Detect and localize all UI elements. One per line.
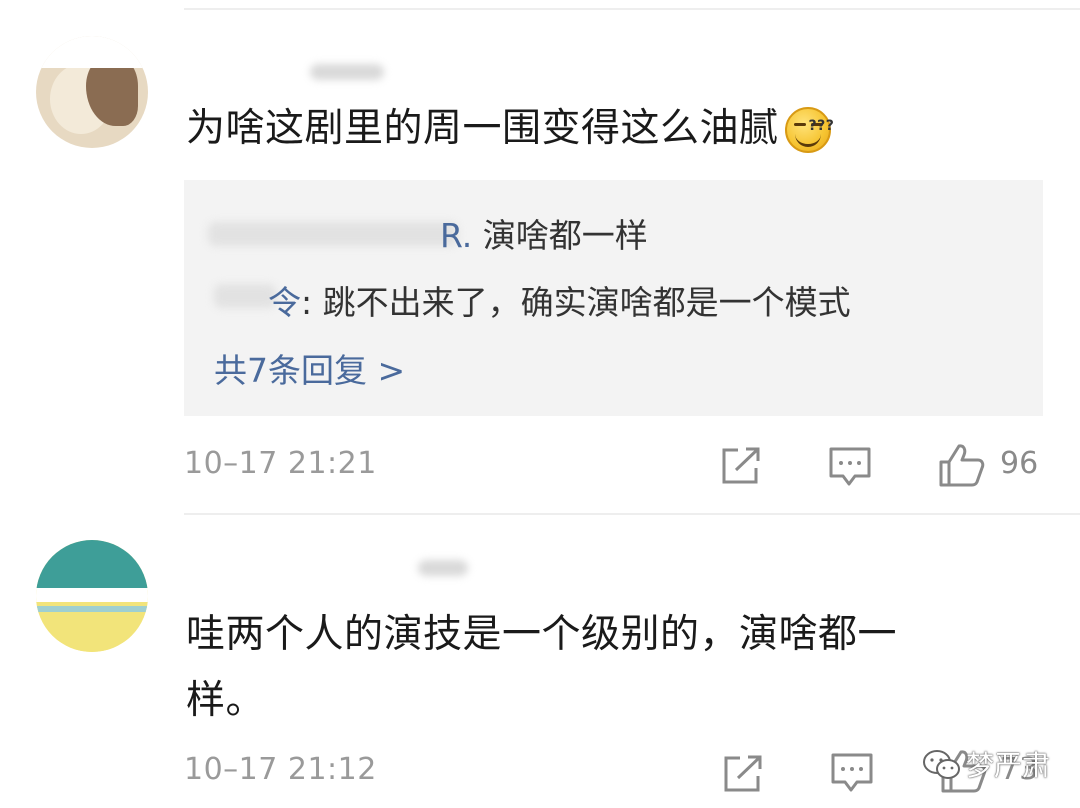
share-icon[interactable] [722,754,764,794]
comment-timestamp: 10–17 21:12 [184,752,377,787]
dizzy-smile-emoji-icon: ??? [783,101,835,153]
comment-icon[interactable] [828,446,872,488]
comment-divider [184,513,1080,515]
reply-username-blurred[interactable] [208,222,458,246]
reply-text: : 跳不出来了，确实演啥都是一个模式 [301,283,851,322]
comment-text: 为啥这剧里的周一围变得这么油腻 ??? [186,96,835,162]
comment-icon[interactable] [830,752,874,794]
reply-line-2: 令: 跳不出来了，确实演啥都是一个模式 [268,276,851,324]
reply-author[interactable]: 令 [268,283,301,322]
wechat-icon [923,750,960,779]
comment-text-line-2: 样。 [186,678,266,723]
like-count: 96 [1000,446,1039,481]
top-divider [184,8,1080,10]
comment-timestamp: 10–17 21:21 [184,446,377,481]
username-blurred[interactable] [418,560,468,576]
comment-text-line-1: 哇两个人的演技是一个级别的，演啥都一 [186,612,898,657]
reply-username-blurred[interactable] [214,284,276,308]
reply-text: 演啥都一样 [472,216,648,255]
reply-line-1: R. 演啥都一样 [440,209,648,257]
comment-body: 为啥这剧里的周一围变得这么油腻 [186,106,779,151]
thumbs-up-icon[interactable] [938,442,986,488]
watermark-text: 梦严肃 [966,749,1051,782]
reply-author[interactable]: R. [440,216,472,255]
avatar[interactable] [36,540,148,652]
more-replies-link[interactable]: 共7条回复 > [214,344,405,392]
username-blurred[interactable] [310,64,384,80]
share-icon[interactable] [720,446,762,486]
avatar[interactable] [36,36,148,148]
